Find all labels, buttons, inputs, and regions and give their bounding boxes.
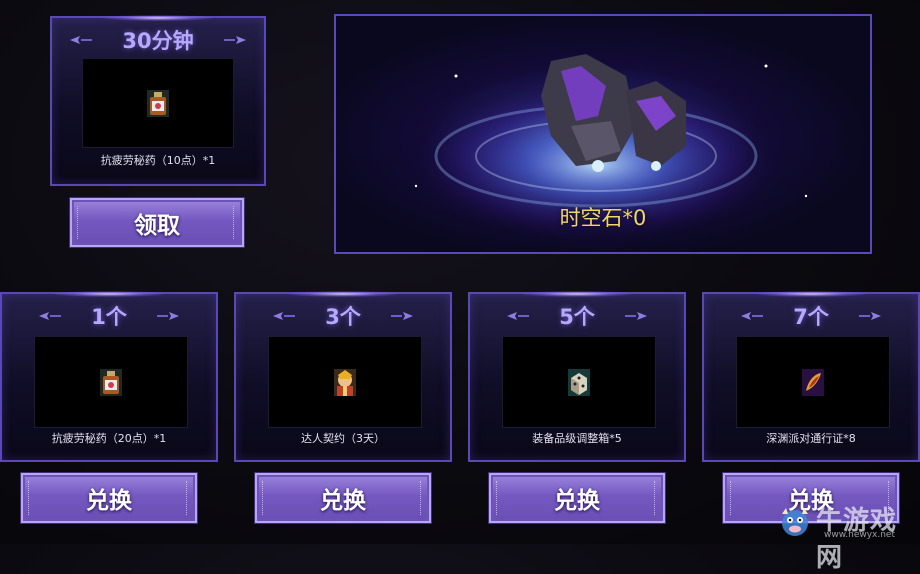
site-watermark: 牛游戏网 www.newyx.net [776, 500, 916, 573]
exchange-card-1: 1个 抗疲劳秘药（20点）*1 [0, 291, 218, 462]
reward-card-top: 30分钟 抗疲劳秘药（10点）*1 [50, 15, 266, 186]
item-name: 抗疲劳秘药（20点）*1 [51, 432, 167, 445]
card-header: 1个 [2, 294, 216, 338]
cow-mascot-icon [782, 508, 808, 536]
exchange-button-2[interactable]: 兑换 [255, 473, 431, 523]
card-header: 7个 [704, 294, 918, 338]
equipment-box-icon [568, 368, 590, 396]
item-name: 抗疲劳秘药（10点）*1 [100, 154, 216, 167]
left-ornament-icon [273, 312, 296, 320]
potion-bottle-icon [100, 368, 122, 396]
right-ornament-icon [223, 36, 246, 44]
left-ornament-icon [741, 312, 764, 320]
item-slot [82, 58, 234, 148]
exchange-card-4: 7个 深渊派对通行证*8 [702, 291, 920, 462]
exchange-button-3[interactable]: 兑换 [489, 473, 665, 523]
watermark-url: www.newyx.net [824, 530, 896, 540]
card-title: 1个 [91, 305, 127, 329]
expert-contract-icon [334, 368, 356, 396]
abyss-pass-icon [802, 368, 824, 396]
card-header: 5个 [470, 294, 684, 338]
potion-bottle-icon [147, 89, 169, 117]
right-ornament-icon [156, 312, 179, 320]
card-header: 3个 [236, 294, 450, 338]
claim-button[interactable]: 领取 [70, 198, 244, 247]
card-title: 3个 [325, 305, 361, 329]
card-title: 30分钟 [122, 29, 194, 53]
right-ornament-icon [858, 312, 881, 320]
exchange-card-2: 3个 达人契约（3天） [234, 291, 452, 462]
stone-count-label: 时空石*0 [559, 206, 647, 230]
item-slot [502, 336, 656, 428]
right-ornament-icon [624, 312, 647, 320]
card-header: 30分钟 [52, 18, 264, 62]
exchange-button-1[interactable]: 兑换 [21, 473, 197, 523]
stone-panel: 时空石*0 [334, 14, 872, 254]
item-name: 达人契约（3天） [301, 432, 385, 445]
right-ornament-icon [390, 312, 413, 320]
left-ornament-icon [70, 36, 93, 44]
item-slot [34, 336, 188, 428]
item-name: 深渊派对通行证*8 [766, 432, 856, 445]
card-title: 5个 [559, 305, 595, 329]
exchange-card-3: 5个 装备品级调整箱*5 [468, 291, 686, 462]
item-name: 装备品级调整箱*5 [532, 432, 622, 445]
left-ornament-icon [39, 312, 62, 320]
item-slot [268, 336, 422, 428]
item-slot [736, 336, 890, 428]
left-ornament-icon [507, 312, 530, 320]
card-title: 7个 [793, 305, 829, 329]
